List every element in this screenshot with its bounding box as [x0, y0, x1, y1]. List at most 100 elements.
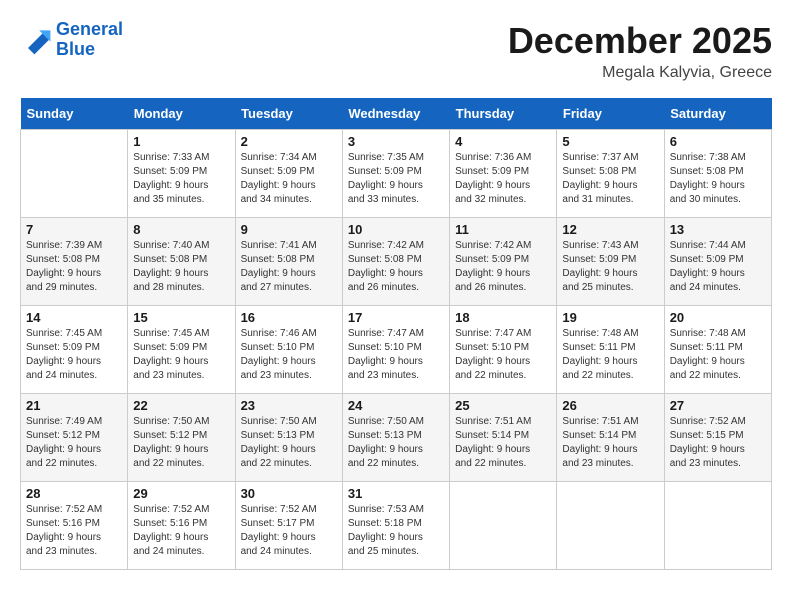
calendar-cell [664, 482, 771, 570]
calendar-cell: 10Sunrise: 7:42 AM Sunset: 5:08 PM Dayli… [342, 218, 449, 306]
week-row-2: 7Sunrise: 7:39 AM Sunset: 5:08 PM Daylig… [21, 218, 772, 306]
day-info: Sunrise: 7:50 AM Sunset: 5:12 PM Dayligh… [133, 415, 229, 471]
calendar-cell: 19Sunrise: 7:48 AM Sunset: 5:11 PM Dayli… [557, 306, 664, 394]
logo-text: General Blue [56, 20, 123, 60]
day-number: 2 [241, 134, 337, 149]
day-info: Sunrise: 7:47 AM Sunset: 5:10 PM Dayligh… [348, 327, 444, 383]
calendar-cell: 2 Sunrise: 7:34 AM Sunset: 5:09 PM Daylig… [235, 130, 342, 218]
day-number: 21 [26, 398, 122, 413]
day-number: 30 [241, 486, 337, 501]
day-info: Sunrise: 7:38 AM Sunset: 5:08 PM Dayligh… [670, 151, 766, 207]
day-number: 4 [455, 134, 551, 149]
page-header: General Blue December 2025 Megala Kalyvi… [20, 20, 772, 82]
location-title: Megala Kalyvia, Greece [508, 64, 772, 82]
calendar-cell: 17 Sunrise: 7:47 AM Sunset: 5:10 PM Dayli… [342, 306, 449, 394]
calendar-cell: 12 Sunrise: 7:43 AM Sunset: 5:09 PM Dayli… [557, 218, 664, 306]
day-info: Sunrise: 7:52 AM Sunset: 5:16 PM Dayligh… [133, 503, 229, 559]
calendar-cell: 27 Sunrise: 7:52 AM Sunset: 5:15 PM Dayli… [664, 394, 771, 482]
calendar-cell: 31Sunrise: 7:53 AM Sunset: 5:18 PM Dayli… [342, 482, 449, 570]
calendar-cell: 23 Sunrise: 7:50 AM Sunset: 5:13 PM Dayli… [235, 394, 342, 482]
calendar-cell: 15Sunrise: 7:45 AM Sunset: 5:09 PM Dayli… [128, 306, 235, 394]
day-info: Sunrise: 7:34 AM Sunset: 5:09 PM Dayligh… [241, 151, 337, 207]
calendar-cell: 3 Sunrise: 7:35 AM Sunset: 5:09 PM Daylig… [342, 130, 449, 218]
calendar-cell: 11Sunrise: 7:42 AM Sunset: 5:09 PM Dayli… [450, 218, 557, 306]
day-number: 28 [26, 486, 122, 501]
calendar-cell: 18Sunrise: 7:47 AM Sunset: 5:10 PM Dayli… [450, 306, 557, 394]
day-number: 14 [26, 310, 122, 325]
day-number: 10 [348, 222, 444, 237]
calendar-cell: 9 Sunrise: 7:41 AM Sunset: 5:08 PM Daylig… [235, 218, 342, 306]
calendar-table: SundayMondayTuesdayWednesdayThursdayFrid… [20, 98, 772, 570]
calendar-cell: 7Sunrise: 7:39 AM Sunset: 5:08 PM Daylig… [21, 218, 128, 306]
day-info: Sunrise: 7:44 AM Sunset: 5:09 PM Dayligh… [670, 239, 766, 295]
calendar-cell: 4 Sunrise: 7:36 AM Sunset: 5:09 PM Daylig… [450, 130, 557, 218]
logo-line1: General [56, 19, 123, 39]
calendar-cell: 25 Sunrise: 7:51 AM Sunset: 5:14 PM Dayli… [450, 394, 557, 482]
calendar-cell [557, 482, 664, 570]
logo: General Blue [20, 20, 123, 60]
day-info: Sunrise: 7:36 AM Sunset: 5:09 PM Dayligh… [455, 151, 551, 207]
calendar-cell: 30 Sunrise: 7:52 AM Sunset: 5:17 PM Dayli… [235, 482, 342, 570]
day-info: Sunrise: 7:33 AM Sunset: 5:09 PM Dayligh… [133, 151, 229, 207]
week-row-3: 14 Sunrise: 7:45 AM Sunset: 5:09 PM Dayli… [21, 306, 772, 394]
day-number: 29 [133, 486, 229, 501]
day-number: 27 [670, 398, 766, 413]
day-number: 20 [670, 310, 766, 325]
header-friday: Friday [557, 98, 664, 130]
header-sunday: Sunday [21, 98, 128, 130]
header-thursday: Thursday [450, 98, 557, 130]
day-info: Sunrise: 7:46 AM Sunset: 5:10 PM Dayligh… [241, 327, 337, 383]
day-number: 12 [562, 222, 658, 237]
day-info: Sunrise: 7:42 AM Sunset: 5:09 PM Dayligh… [455, 239, 551, 295]
day-number: 26 [562, 398, 658, 413]
day-info: Sunrise: 7:48 AM Sunset: 5:11 PM Dayligh… [562, 327, 658, 383]
calendar-cell: 8Sunrise: 7:40 AM Sunset: 5:08 PM Daylig… [128, 218, 235, 306]
calendar-cell: 21 Sunrise: 7:49 AM Sunset: 5:12 PM Dayli… [21, 394, 128, 482]
day-info: Sunrise: 7:51 AM Sunset: 5:14 PM Dayligh… [455, 415, 551, 471]
day-number: 22 [133, 398, 229, 413]
day-info: Sunrise: 7:43 AM Sunset: 5:09 PM Dayligh… [562, 239, 658, 295]
day-number: 13 [670, 222, 766, 237]
day-info: Sunrise: 7:41 AM Sunset: 5:08 PM Dayligh… [241, 239, 337, 295]
header-saturday: Saturday [664, 98, 771, 130]
day-info: Sunrise: 7:52 AM Sunset: 5:15 PM Dayligh… [670, 415, 766, 471]
header-monday: Monday [128, 98, 235, 130]
day-number: 24 [348, 398, 444, 413]
day-number: 7 [26, 222, 122, 237]
day-number: 6 [670, 134, 766, 149]
header-tuesday: Tuesday [235, 98, 342, 130]
calendar-cell: 5 Sunrise: 7:37 AM Sunset: 5:08 PM Daylig… [557, 130, 664, 218]
week-row-4: 21 Sunrise: 7:49 AM Sunset: 5:12 PM Dayli… [21, 394, 772, 482]
day-number: 16 [241, 310, 337, 325]
day-number: 25 [455, 398, 551, 413]
day-info: Sunrise: 7:50 AM Sunset: 5:13 PM Dayligh… [241, 415, 337, 471]
day-info: Sunrise: 7:52 AM Sunset: 5:17 PM Dayligh… [241, 503, 337, 559]
day-number: 3 [348, 134, 444, 149]
day-number: 5 [562, 134, 658, 149]
day-info: Sunrise: 7:45 AM Sunset: 5:09 PM Dayligh… [26, 327, 122, 383]
calendar-cell: 13 Sunrise: 7:44 AM Sunset: 5:09 PM Dayli… [664, 218, 771, 306]
logo-line2: Blue [56, 39, 95, 59]
day-number: 17 [348, 310, 444, 325]
calendar-header-row: SundayMondayTuesdayWednesdayThursdayFrid… [21, 98, 772, 130]
calendar-cell: 1Sunrise: 7:33 AM Sunset: 5:09 PM Daylig… [128, 130, 235, 218]
calendar-cell: 26Sunrise: 7:51 AM Sunset: 5:14 PM Dayli… [557, 394, 664, 482]
day-info: Sunrise: 7:37 AM Sunset: 5:08 PM Dayligh… [562, 151, 658, 207]
day-number: 9 [241, 222, 337, 237]
month-title: December 2025 [508, 20, 772, 62]
day-info: Sunrise: 7:52 AM Sunset: 5:16 PM Dayligh… [26, 503, 122, 559]
day-info: Sunrise: 7:35 AM Sunset: 5:09 PM Dayligh… [348, 151, 444, 207]
day-number: 23 [241, 398, 337, 413]
calendar-cell [450, 482, 557, 570]
logo-icon [20, 24, 52, 56]
day-info: Sunrise: 7:49 AM Sunset: 5:12 PM Dayligh… [26, 415, 122, 471]
calendar-cell: 24 Sunrise: 7:50 AM Sunset: 5:13 PM Dayli… [342, 394, 449, 482]
day-number: 18 [455, 310, 551, 325]
day-info: Sunrise: 7:48 AM Sunset: 5:11 PM Dayligh… [670, 327, 766, 383]
calendar-cell [21, 130, 128, 218]
week-row-5: 28 Sunrise: 7:52 AM Sunset: 5:16 PM Dayli… [21, 482, 772, 570]
calendar-cell: 6 Sunrise: 7:38 AM Sunset: 5:08 PM Daylig… [664, 130, 771, 218]
day-number: 31 [348, 486, 444, 501]
calendar-cell: 14 Sunrise: 7:45 AM Sunset: 5:09 PM Dayli… [21, 306, 128, 394]
day-info: Sunrise: 7:50 AM Sunset: 5:13 PM Dayligh… [348, 415, 444, 471]
